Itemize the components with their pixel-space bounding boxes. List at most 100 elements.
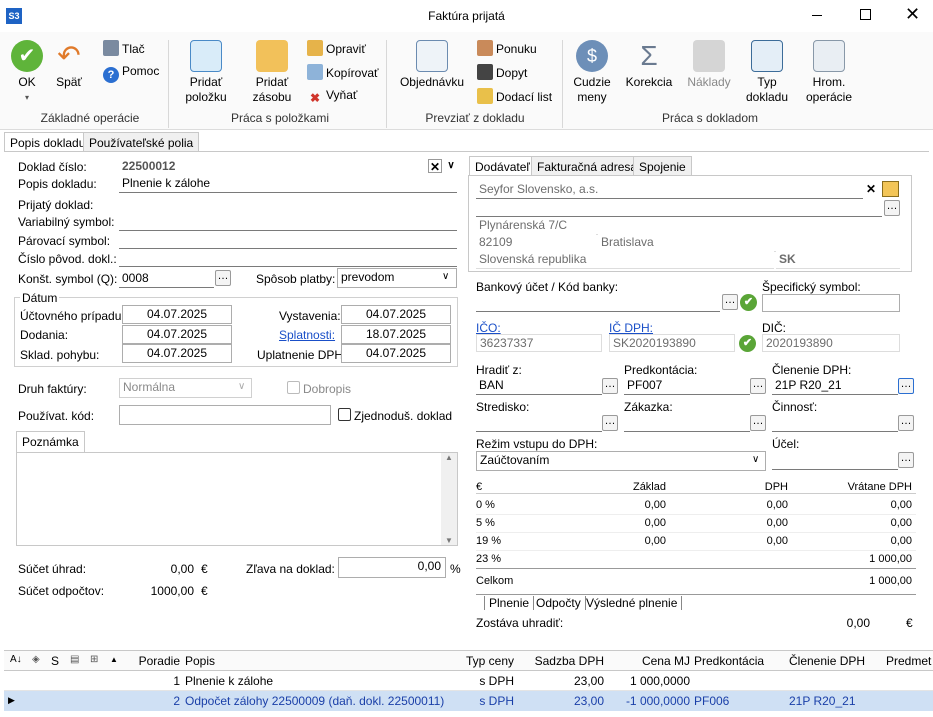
table-row-selected[interactable]: ▶ 2 Odpočet zálohy 22500009 (daň. dokl. … bbox=[4, 691, 933, 711]
correction-button[interactable]: Σ Korekcia bbox=[624, 40, 674, 90]
specificky-symbol-field[interactable] bbox=[762, 294, 900, 312]
back-button[interactable]: ↶ Späť bbox=[50, 40, 88, 90]
pouzivat-kod-field[interactable] bbox=[119, 405, 331, 425]
ucel-field[interactable] bbox=[772, 452, 898, 470]
dodania-field[interactable]: 04.07.2025 bbox=[122, 325, 232, 344]
poznamka-textarea[interactable] bbox=[16, 452, 458, 546]
sort-icon[interactable]: A↓ bbox=[10, 654, 22, 665]
grid-header-sadzba-dph[interactable]: Sadzba DPH bbox=[524, 654, 604, 668]
grid-header-typ-ceny[interactable]: Typ ceny bbox=[444, 654, 514, 668]
tab-vysledne-plnenie[interactable]: Výsledné plnenie bbox=[582, 596, 683, 610]
close-icon[interactable]: ✕ bbox=[905, 4, 920, 25]
grid-header-cena-mj[interactable]: Cena MJ bbox=[610, 654, 690, 668]
clenenie-dph-browse-button[interactable]: … bbox=[898, 378, 914, 394]
grid-header-popis[interactable]: Popis bbox=[185, 654, 215, 668]
maximize-icon[interactable] bbox=[860, 9, 871, 20]
hradit-browse-button[interactable]: … bbox=[602, 378, 618, 394]
scrollbar[interactable]: ▲ ▼ bbox=[441, 453, 457, 545]
cinnost-field[interactable] bbox=[772, 414, 898, 432]
dic-field[interactable]: 2020193890 bbox=[762, 334, 900, 352]
sucet-odpoctov-currency: € bbox=[201, 584, 208, 598]
help-button[interactable]: ? Pomoc bbox=[103, 64, 159, 83]
hradit-field[interactable]: BAN bbox=[476, 377, 602, 395]
chevron-down-icon[interactable]: ∨ bbox=[444, 159, 458, 173]
clear-icon[interactable]: ✕ bbox=[428, 159, 442, 174]
konst-symbol-field[interactable]: 0008 bbox=[119, 270, 214, 288]
edit-address-icon[interactable] bbox=[882, 181, 899, 197]
tab-poznamka[interactable]: Poznámka bbox=[16, 431, 85, 452]
document-type-button[interactable]: Typ dokladu bbox=[744, 40, 790, 105]
predkontacia-field[interactable]: PF007 bbox=[624, 377, 750, 395]
bulk-operations-icon bbox=[813, 40, 845, 72]
copy-button[interactable]: Kopírovať bbox=[307, 64, 379, 80]
splatnosti-link[interactable]: Splatnosti: bbox=[279, 328, 335, 342]
grid-header-predmet[interactable]: Predmet bbox=[886, 654, 931, 668]
tab-popis-dokladu[interactable]: Popis dokladu bbox=[4, 132, 92, 151]
zakazka-browse-button[interactable]: … bbox=[750, 415, 766, 431]
ucel-browse-button[interactable]: … bbox=[898, 452, 914, 468]
grid-header-poradie[interactable]: Poradie bbox=[122, 654, 180, 668]
summary-zaklad: 0,00 bbox=[644, 517, 666, 529]
ic-dph-field[interactable]: SK2020193890 bbox=[609, 334, 735, 352]
tab-dodavatel[interactable]: Dodávateľ bbox=[469, 156, 536, 175]
inquiry-button[interactable]: Dopyt bbox=[477, 64, 527, 80]
uplatnenie-dph-field[interactable]: 04.07.2025 bbox=[341, 344, 451, 363]
add-stock-button[interactable]: Pridať zásobu bbox=[246, 40, 298, 105]
cinnost-browse-button[interactable]: … bbox=[898, 415, 914, 431]
zlava-field[interactable]: 0,00 bbox=[338, 557, 446, 578]
popis-dokladu-field[interactable]: Plnenie k zálohe bbox=[119, 175, 457, 193]
offer-button[interactable]: Ponuku bbox=[477, 40, 537, 56]
bankovy-ucet-browse-button[interactable]: … bbox=[722, 294, 738, 310]
ok-button[interactable]: ✔ OK ▾ bbox=[8, 40, 46, 105]
zjednodus-checkbox[interactable] bbox=[338, 408, 351, 421]
stredisko-browse-button[interactable]: … bbox=[602, 415, 618, 431]
parovaci-symbol-field[interactable] bbox=[119, 231, 457, 249]
stredisko-field[interactable] bbox=[476, 414, 602, 432]
doklad-cislo-field[interactable]: 22500012 bbox=[119, 158, 424, 176]
tab-plnenie[interactable]: Plnenie bbox=[484, 596, 535, 610]
bulk-operations-button[interactable]: Hrom. operácie bbox=[800, 40, 858, 105]
clear-icon[interactable]: ✕ bbox=[864, 182, 878, 196]
order-button[interactable]: Objednávku bbox=[397, 40, 467, 90]
rezim-dph-select[interactable]: Zaúčtovaním bbox=[476, 451, 766, 471]
ico-link[interactable]: IČO: bbox=[476, 321, 501, 335]
grid-header-clenenie-dph[interactable]: Členenie DPH bbox=[789, 654, 865, 668]
firma-field[interactable]: Seyfor Slovensko, a.s. bbox=[476, 181, 863, 199]
sklad-pohybu-field[interactable]: 04.07.2025 bbox=[122, 344, 232, 363]
tab-pouzivatelske-polia[interactable]: Používateľské polia bbox=[83, 132, 200, 151]
print-button[interactable]: Tlač bbox=[103, 40, 145, 56]
tab-odpocty[interactable]: Odpočty bbox=[532, 596, 586, 610]
foreign-currency-button[interactable]: $ Cudzie meny bbox=[570, 40, 614, 105]
ico-field[interactable]: 36237337 bbox=[476, 334, 602, 352]
ribbon-separator bbox=[168, 40, 169, 128]
clenenie-dph-field[interactable]: 21P R20_21 bbox=[772, 377, 898, 395]
cut-button[interactable]: ✖ Vyňať bbox=[307, 88, 357, 106]
edit-button[interactable]: Opraviť bbox=[307, 40, 366, 56]
predkontacia-browse-button[interactable]: … bbox=[750, 378, 766, 394]
konst-symbol-browse-button[interactable]: … bbox=[215, 270, 231, 286]
minimize-icon[interactable] bbox=[812, 15, 822, 16]
vystavenia-field[interactable]: 04.07.2025 bbox=[341, 305, 451, 324]
splatnosti-field[interactable]: 18.07.2025 bbox=[341, 325, 451, 344]
firma-line2-field[interactable] bbox=[476, 199, 882, 217]
prijaty-doklad-field[interactable] bbox=[119, 196, 457, 214]
sposob-platby-select[interactable]: prevodom bbox=[337, 268, 457, 288]
scroll-down-icon[interactable]: ▼ bbox=[441, 536, 457, 545]
uctovneho-pripadu-field[interactable]: 04.07.2025 bbox=[122, 305, 232, 324]
add-item-button[interactable]: Pridať položku bbox=[180, 40, 232, 105]
summary-row: 19 % 0,00 0,00 0,00 bbox=[476, 533, 916, 551]
tab-spojenie[interactable]: Spojenie bbox=[633, 156, 692, 175]
tab-fakturacna-adresa[interactable]: Fakturačná adresa bbox=[531, 156, 644, 175]
table-row[interactable]: 1 Plnenie k zálohe s DPH 23,00 1 000,000… bbox=[4, 671, 933, 691]
grid-header-s[interactable]: S bbox=[51, 654, 59, 668]
chevron-down-icon: ∨ bbox=[238, 381, 246, 392]
ic-dph-link[interactable]: IČ DPH: bbox=[609, 321, 653, 335]
delivery-note-button[interactable]: Dodací list bbox=[477, 88, 552, 104]
cislo-povod-field[interactable] bbox=[119, 249, 457, 267]
firma-browse-button[interactable]: … bbox=[884, 200, 900, 216]
grid-header-predkontacia[interactable]: Predkontácia bbox=[694, 654, 764, 668]
zakazka-field[interactable] bbox=[624, 414, 750, 432]
variabilny-symbol-field[interactable] bbox=[119, 213, 457, 231]
scroll-up-icon[interactable]: ▲ bbox=[441, 453, 457, 462]
bankovy-ucet-field[interactable] bbox=[476, 294, 720, 312]
